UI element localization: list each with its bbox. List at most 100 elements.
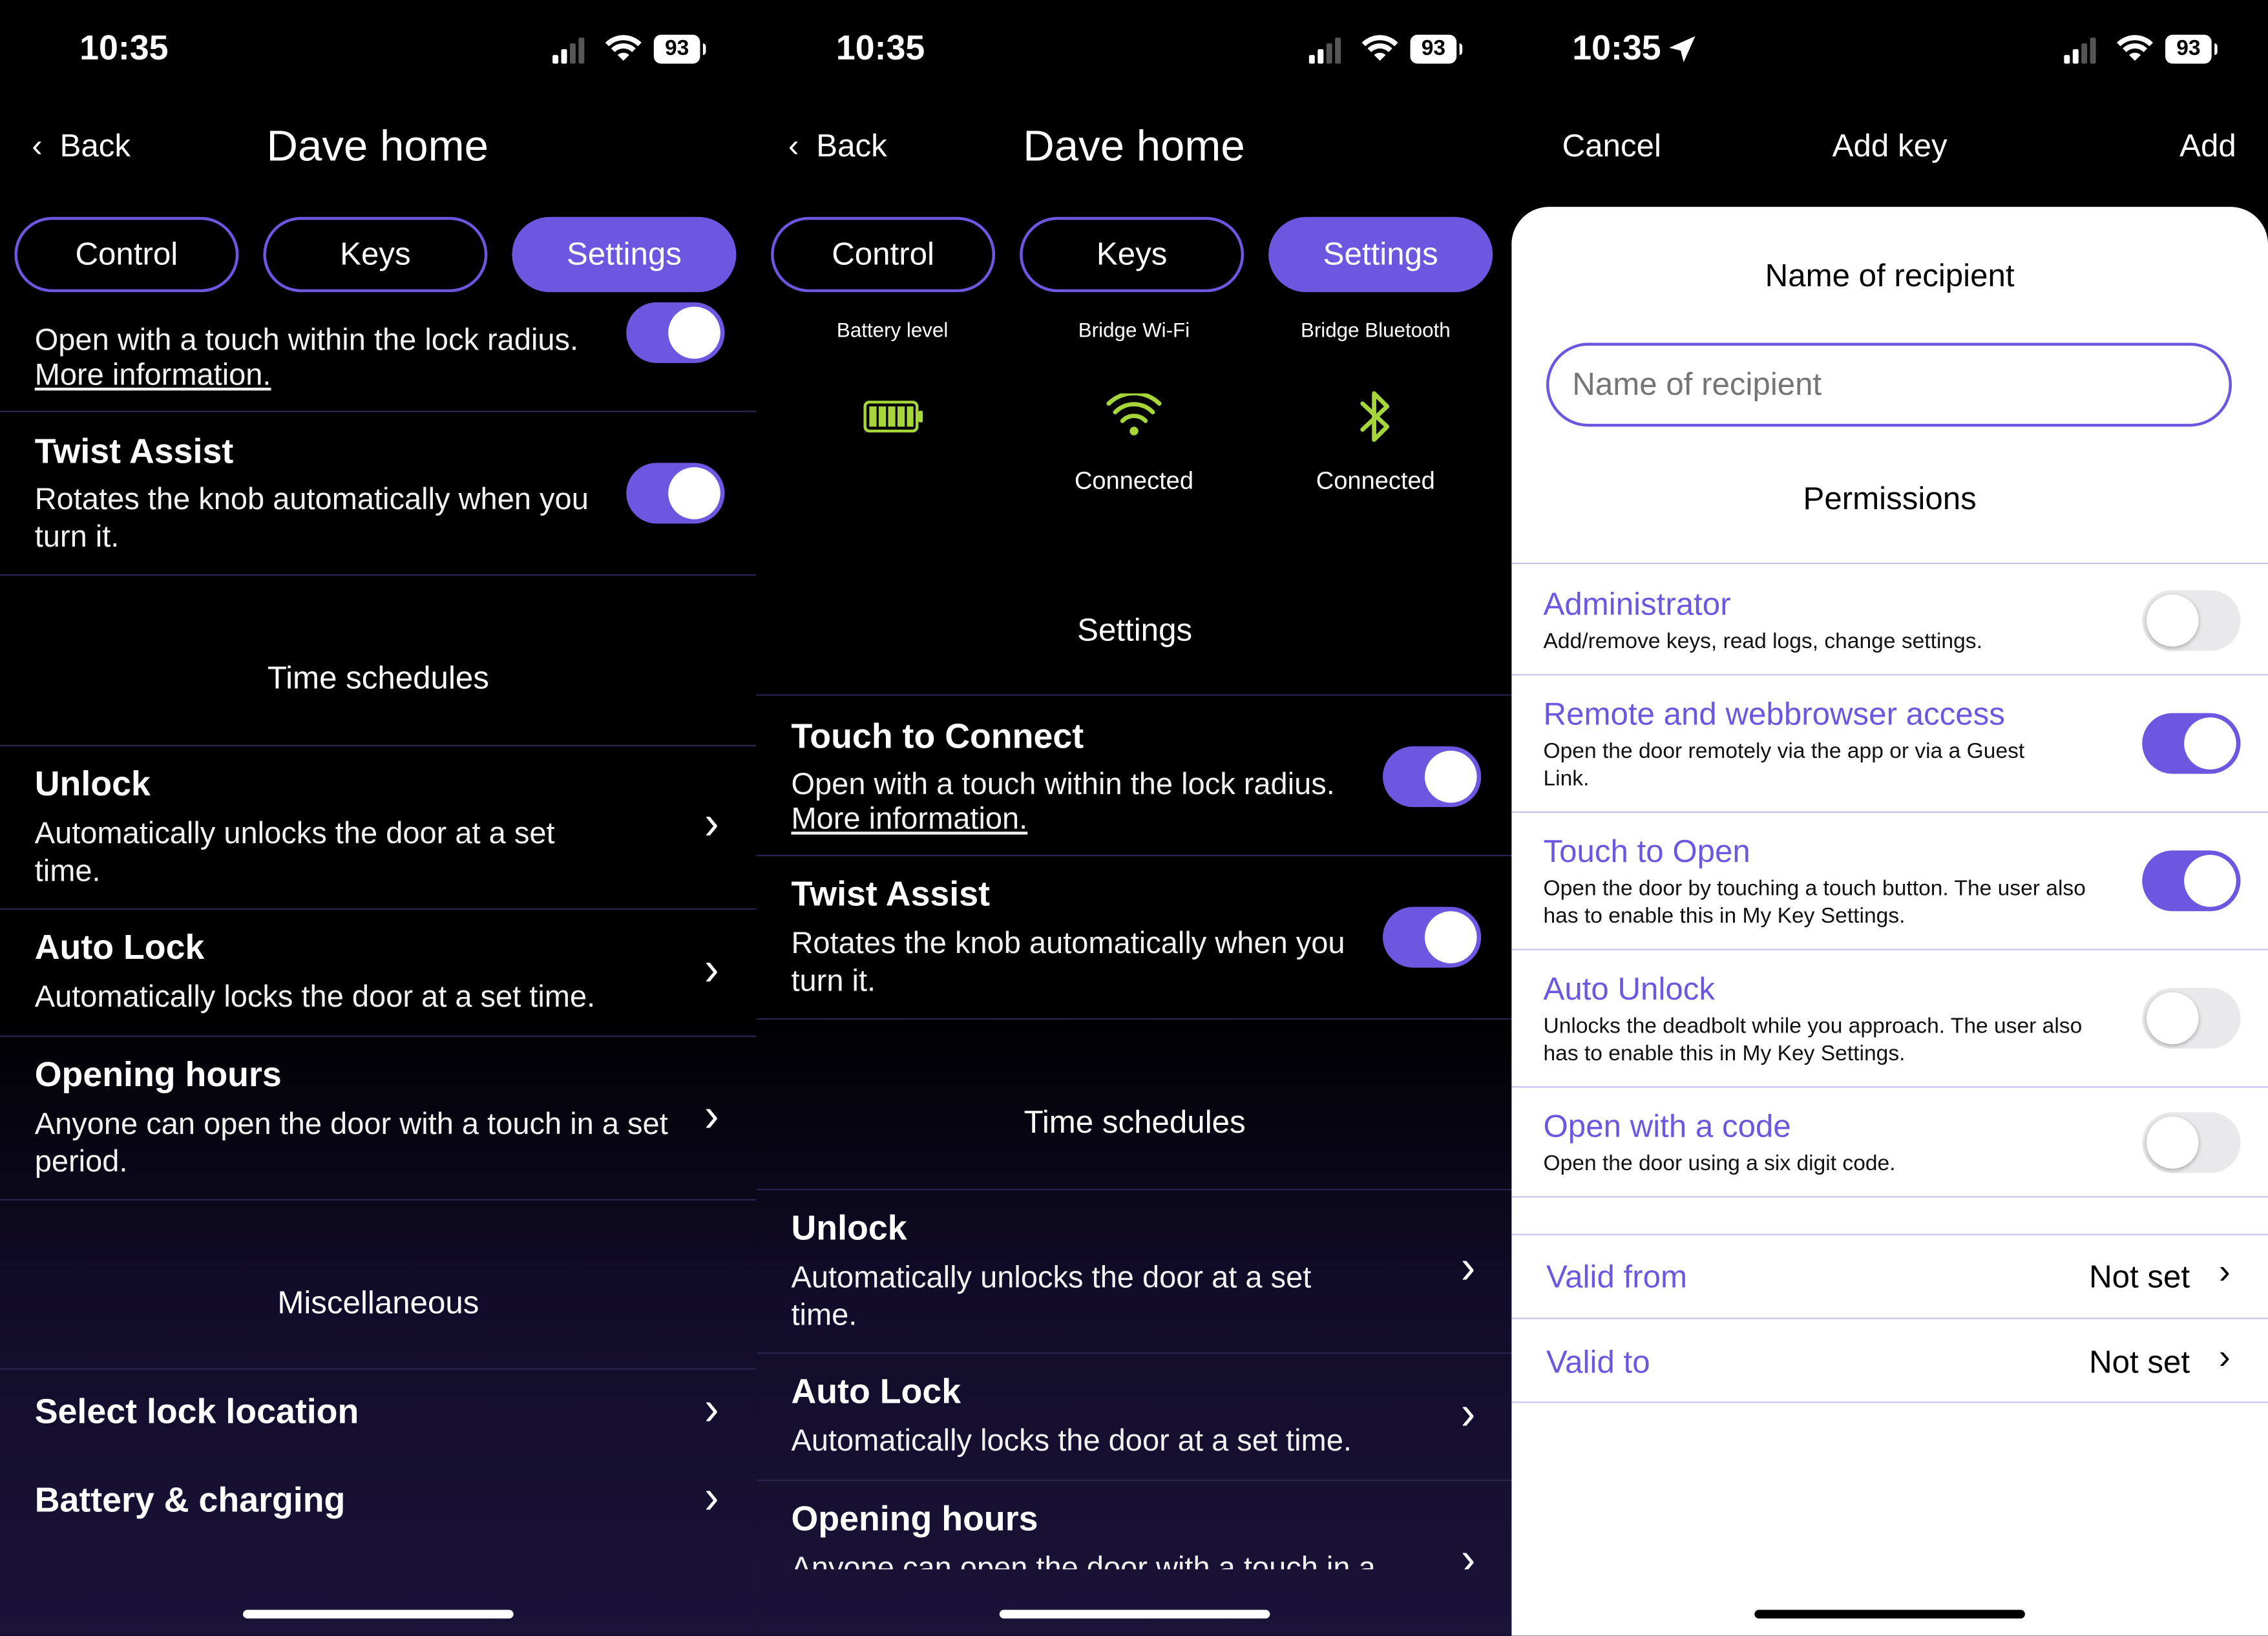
valid-to-value: Not set [2089,1343,2190,1380]
cellular-signal-icon [2064,37,2105,64]
auto-lock-desc: Automatically locks the door at a set ti… [34,980,596,1014]
home-indicator [999,1610,1270,1619]
location-arrow-icon [1669,36,1696,63]
chevron-right-icon: › [704,1089,719,1142]
opening-hours-desc: Anyone can open the door with a touch in… [791,1551,1376,1569]
status-time: 10:35 [1572,28,1661,68]
add-key-sheet: Name of recipient Permissions Administra… [1511,207,2268,1636]
open-with-code-toggle[interactable] [2142,1112,2241,1173]
permission-title: Touch to Open [1543,833,1750,870]
add-button[interactable]: Add [2179,127,2236,165]
battery-status-badge: 93 [1410,34,1463,64]
battery-charging-title: Battery & charging [34,1481,346,1520]
battery-level-label: Battery level [836,318,949,342]
unlock-title: Unlock [791,1209,907,1248]
chevron-right-icon: › [2218,1337,2231,1378]
permission-title: Administrator [1543,585,1731,622]
wifi-icon [1106,393,1162,435]
battery-status-badge: 93 [653,34,706,64]
screen-2: 10:35 93 ‹ Back Dave home Control Keys Se… [756,0,1513,1636]
status-time: 10:35 [835,28,925,68]
bridge-wifi-label: Bridge Wi-Fi [1078,318,1190,342]
settings-header: Settings [1077,611,1193,648]
more-information-link[interactable]: More information. [35,357,271,395]
permission-title: Auto Unlock [1543,970,1716,1007]
wifi-status-icon [2117,35,2154,61]
twist-assist-title: Twist Assist [791,875,990,914]
miscellaneous-header: Miscellaneous [277,1284,479,1321]
back-button[interactable]: ‹ Back [32,127,131,165]
select-lock-location-title: Select lock location [34,1392,359,1432]
auto-lock-title: Auto Lock [791,1372,961,1412]
touch-to-connect-desc: Open with a touch within the lock radius… [791,768,1335,802]
permissions-header: Permissions [1803,480,1977,517]
chevron-right-icon: › [704,797,719,850]
twist-assist-title: Twist Assist [34,432,234,472]
back-button[interactable]: ‹ Back [788,127,887,165]
permission-desc: Open the door using a six digit code. [1543,1151,1896,1176]
permission-desc: Unlocks the deadbolt while you approach.… [1543,1014,2083,1066]
screen-1: 10:35 93 ‹ Back Dave home Control Keys Se… [0,0,757,1636]
bridge-wifi-status: Connected [1074,467,1194,495]
permission-title: Open with a code [1543,1107,1791,1144]
tab-control[interactable]: Control [14,216,239,293]
permission-desc: Add/remove keys, read logs, change setti… [1543,629,1982,654]
valid-to-label: Valid to [1546,1343,1650,1380]
tab-keys[interactable]: Keys [263,216,488,293]
chevron-right-icon: › [704,1383,719,1436]
cellular-signal-icon [552,37,593,64]
permission-desc: Open the door by touching a touch button… [1543,876,2086,929]
recipient-name-input[interactable] [1546,342,2232,427]
home-indicator [243,1610,514,1619]
administrator-toggle[interactable] [2142,590,2241,651]
sheet-title: Add key [1832,127,1948,163]
touch-to-connect-toggle[interactable] [626,302,725,363]
recipient-header: Name of recipient [1765,257,2015,294]
auto-unlock-toggle[interactable] [2142,987,2241,1049]
chevron-left-icon: ‹ [788,127,799,163]
twist-assist-desc: Rotates the knob automatically when you … [791,927,1345,998]
cellular-signal-icon [1308,37,1350,64]
back-label: Back [59,127,131,163]
wifi-status-icon [1361,35,1398,61]
bridge-bluetooth-status: Connected [1316,467,1435,495]
page-title: Dave home [266,123,488,171]
opening-hours-title: Opening hours [34,1056,282,1095]
auto-lock-title: Auto Lock [34,928,205,968]
touch-to-connect-desc: Open with a touch within the lock radius… [34,324,579,357]
tab-control[interactable]: Control [771,216,996,293]
battery-full-icon [863,401,923,433]
tab-settings[interactable]: Settings [512,216,737,293]
back-label: Back [816,127,887,163]
valid-from-value: Not set [2089,1258,2190,1295]
tab-settings[interactable]: Settings [1268,216,1493,293]
schedule-opening-hours-row[interactable]: Opening hours Anyone can open the door w… [757,1490,1513,1569]
valid-from-label: Valid from [1546,1258,1688,1295]
chevron-right-icon: › [2218,1252,2231,1292]
time-schedules-header: Time schedules [1024,1103,1246,1140]
chevron-right-icon: › [1460,1387,1476,1440]
wifi-status-icon [605,35,642,61]
twist-assist-desc: Rotates the knob automatically when you … [34,483,589,554]
touch-to-connect-toggle[interactable] [1383,746,1482,808]
home-indicator [1754,1610,2025,1619]
touch-to-connect-title: Touch to Connect [791,717,1084,757]
unlock-title: Unlock [34,765,151,804]
auto-lock-desc: Automatically locks the door at a set ti… [791,1424,1352,1458]
opening-hours-title: Opening hours [791,1500,1038,1539]
permission-title: Remote and webbrowser access [1543,695,2005,732]
page-title: Dave home [1023,123,1245,171]
twist-assist-toggle[interactable] [1383,907,1482,968]
chevron-right-icon: › [704,943,719,996]
remote-access-toggle[interactable] [2142,713,2241,774]
twist-assist-toggle[interactable] [626,463,725,524]
touch-to-open-toggle[interactable] [2142,850,2241,912]
more-information-link[interactable]: More information. [791,801,1027,839]
battery-status-badge: 93 [2165,34,2218,64]
bridge-bluetooth-label: Bridge Bluetooth [1300,318,1451,342]
tab-keys[interactable]: Keys [1020,216,1244,293]
unlock-desc: Automatically unlocks the door at a set … [34,817,555,888]
screen-3: 10:35 93 Cancel Add key Add Name of reci… [1511,0,2268,1636]
bluetooth-icon [1360,391,1390,442]
status-time: 10:35 [79,28,169,68]
